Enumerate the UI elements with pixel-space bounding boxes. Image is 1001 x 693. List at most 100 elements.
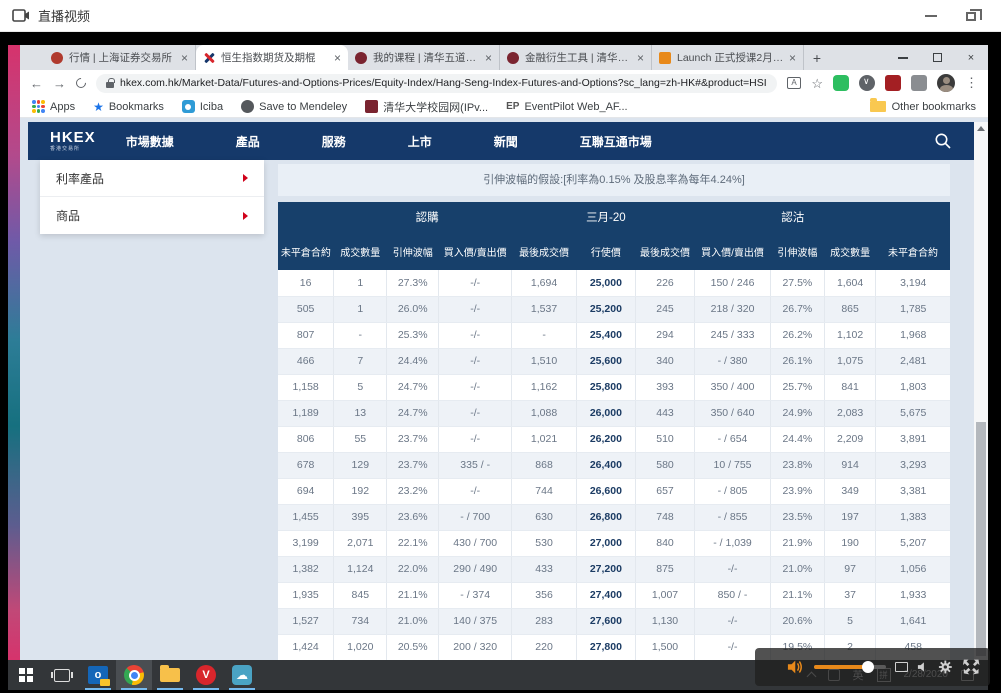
app-title: 直播视频	[38, 6, 90, 25]
price-cell: 875	[635, 556, 694, 582]
scrollbar-thumb[interactable]	[976, 422, 986, 656]
app-minimize-button[interactable]	[911, 0, 951, 32]
nav-item[interactable]: 互聯互通市場	[580, 133, 652, 150]
sidebar-item[interactable]: 利率產品	[40, 160, 264, 197]
other-bookmarks-button[interactable]: Other bookmarks	[870, 101, 976, 113]
bookmark-item[interactable]: ★Bookmarks	[93, 99, 164, 115]
browser-close-button[interactable]: ×	[954, 45, 988, 70]
price-cell: 25.3%	[387, 322, 439, 348]
mendeley-extension-icon[interactable]	[885, 75, 901, 91]
browser-tab[interactable]: 我的课程 | 清华五道口金融学 ×	[348, 45, 500, 70]
price-cell: 1,007	[635, 582, 694, 608]
price-cell: 850 / -	[695, 582, 771, 608]
taskbar-cloud-meeting[interactable]: ☁	[224, 660, 260, 690]
tab-close-icon[interactable]: ×	[789, 52, 796, 64]
search-icon[interactable]	[934, 132, 952, 150]
bookmark-item[interactable]: Iciba	[182, 99, 223, 115]
tab-close-icon[interactable]: ×	[334, 52, 341, 64]
chevron-right-icon	[243, 174, 248, 182]
browser-minimize-button[interactable]	[886, 45, 920, 70]
bookmark-item[interactable]: EPEventPilot Web_AF...	[506, 99, 627, 115]
speaker-icon[interactable]	[917, 661, 929, 673]
pocket-extension-icon[interactable]	[859, 75, 875, 91]
price-cell: 290 / 490	[439, 556, 512, 582]
bookmark-item[interactable]: Apps	[32, 99, 75, 115]
forward-button[interactable]: →	[53, 77, 66, 90]
apps-icon	[32, 100, 45, 113]
bookmark-item[interactable]: 清华大学校园网(IPv...	[365, 99, 488, 115]
price-cell: 150 / 246	[695, 270, 771, 296]
tsinghua-icon	[365, 100, 378, 113]
taskbar-outlook[interactable]: o	[80, 660, 116, 690]
address-bar[interactable]: hkex.com.hk/Market-Data/Futures-and-Opti…	[96, 74, 777, 93]
refresh-button[interactable]	[74, 76, 88, 90]
price-cell: 200 / 320	[439, 634, 512, 660]
price-cell: 1,500	[635, 634, 694, 660]
price-cell: -/-	[439, 270, 512, 296]
table-row: 505126.0%-/-1,53725,200245218 / 32026.7%…	[278, 296, 950, 322]
hkex-favicon	[203, 52, 215, 64]
hkex-logo[interactable]: HKEX 香港交易所	[50, 130, 96, 152]
price-cell: 1,803	[876, 374, 950, 400]
tab-close-icon[interactable]: ×	[637, 52, 644, 64]
price-cell: 220	[512, 634, 577, 660]
nav-item[interactable]: 服務	[322, 133, 346, 150]
table-group-header-row: 認購三月-20認沽	[278, 202, 950, 232]
browser-tab[interactable]: Launch 正式授课2月28日×	[652, 45, 804, 70]
browser-tab[interactable]: 金融衍生工具 | 清华五道口金×	[500, 45, 652, 70]
price-cell: 1,088	[512, 400, 577, 426]
nav-item[interactable]: 市場數據	[126, 133, 174, 150]
fullscreen-icon[interactable]	[962, 658, 980, 676]
strike-price-cell: 27,400	[576, 582, 635, 608]
price-cell: -/-	[439, 348, 512, 374]
sidebar-item[interactable]: 商品	[40, 197, 264, 234]
page-scrollbar[interactable]	[974, 122, 988, 660]
display-icon[interactable]	[895, 662, 908, 672]
price-cell: 3,199	[278, 530, 334, 556]
browser-maximize-button[interactable]	[920, 45, 954, 70]
back-button[interactable]: ←	[30, 77, 43, 90]
table-row: 16127.3%-/-1,69425,000226150 / 24627.5%1…	[278, 270, 950, 296]
pbcsf-favicon	[507, 52, 519, 64]
price-cell: 13	[334, 400, 387, 426]
nav-item[interactable]: 產品	[236, 133, 260, 150]
evernote-extension-icon[interactable]	[833, 75, 849, 91]
bookmark-item[interactable]: Save to Mendeley	[241, 99, 347, 115]
nav-item[interactable]: 新聞	[494, 133, 518, 150]
price-cell: 657	[635, 478, 694, 504]
settings-gear-icon[interactable]	[938, 659, 953, 675]
price-cell: 7	[334, 348, 387, 374]
taskbar-file-explorer[interactable]	[152, 660, 188, 690]
group-header-cell: 認沽	[635, 202, 950, 232]
price-cell: -/-	[439, 400, 512, 426]
slider-knob[interactable]	[862, 661, 874, 673]
bookmark-star-icon[interactable]: ☆	[811, 77, 823, 90]
new-tab-button[interactable]: +	[804, 45, 830, 70]
browser-tab[interactable]: 恒生指数期货及期棍×	[196, 45, 348, 70]
browser-tab[interactable]: 行情 | 上海证券交易所×	[44, 45, 196, 70]
price-cell: 26.7%	[770, 296, 824, 322]
column-header-cell: 最後成交價	[635, 232, 694, 270]
price-cell: 22.0%	[387, 556, 439, 582]
nav-item[interactable]: 上市	[408, 133, 432, 150]
browser-menu-icon[interactable]: ⋮	[965, 75, 978, 91]
volume-slider[interactable]	[814, 665, 886, 669]
start-button[interactable]	[8, 660, 44, 690]
taskbar-expressvpn[interactable]: V	[188, 660, 224, 690]
tab-close-icon[interactable]: ×	[181, 52, 188, 64]
tab-label: 我的课程 | 清华五道口金融学	[373, 50, 480, 65]
price-cell: 1	[334, 296, 387, 322]
price-cell: 5	[824, 608, 876, 634]
video-frame[interactable]: 行情 | 上海证券交易所×恒生指数期货及期棍×我的课程 | 清华五道口金融学×金…	[0, 32, 1001, 693]
translate-icon[interactable]	[787, 77, 801, 89]
group-header-cell: 認購	[278, 202, 576, 232]
task-view-button[interactable]	[44, 660, 80, 690]
taskbar-chrome[interactable]	[116, 660, 152, 690]
volume-icon[interactable]	[787, 659, 805, 675]
price-cell: 5,207	[876, 530, 950, 556]
scroll-up-arrow-icon[interactable]	[977, 126, 985, 131]
profile-avatar[interactable]	[937, 74, 955, 92]
tab-close-icon[interactable]: ×	[485, 52, 492, 64]
app-restore-button[interactable]	[951, 0, 991, 32]
extension-icon[interactable]	[911, 75, 927, 91]
